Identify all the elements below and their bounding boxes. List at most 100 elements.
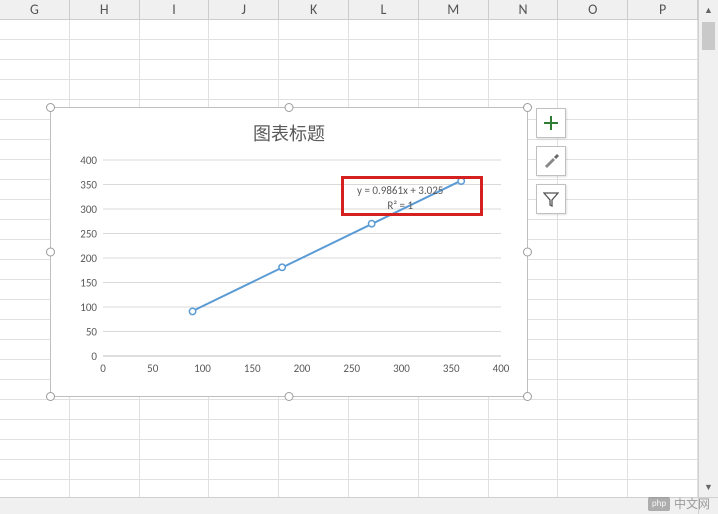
grid-cell[interactable]	[70, 40, 140, 59]
vertical-scrollbar[interactable]: ▲ ▼	[698, 0, 718, 497]
grid-cell[interactable]	[140, 440, 210, 459]
grid-cell[interactable]	[279, 80, 349, 99]
column-header[interactable]: I	[140, 0, 210, 19]
grid-cell[interactable]	[279, 60, 349, 79]
trendline-equation-label[interactable]: y = 0.9861x + 3.025 R² = 1	[349, 180, 451, 218]
grid-cell[interactable]	[419, 20, 489, 39]
grid-cell[interactable]	[419, 40, 489, 59]
grid-cell[interactable]	[0, 40, 70, 59]
grid-cell[interactable]	[70, 60, 140, 79]
grid-cell[interactable]	[558, 200, 628, 219]
grid-cell[interactable]	[419, 460, 489, 479]
grid-cell[interactable]	[349, 20, 419, 39]
grid-cell[interactable]	[628, 40, 698, 59]
grid-cell[interactable]	[0, 440, 70, 459]
grid-cell[interactable]	[628, 400, 698, 419]
chart-area[interactable]: 图表标题 05010015020025030035040005010015020…	[59, 116, 519, 388]
grid-cell[interactable]	[349, 60, 419, 79]
grid-cell[interactable]	[558, 100, 628, 119]
chart-filters-button[interactable]	[536, 184, 566, 214]
grid-cell[interactable]	[489, 40, 559, 59]
grid-cell[interactable]	[279, 460, 349, 479]
column-header[interactable]: L	[349, 0, 419, 19]
grid-cell[interactable]	[209, 60, 279, 79]
grid-cell[interactable]	[558, 160, 628, 179]
grid-cell[interactable]	[558, 380, 628, 399]
grid-cell[interactable]	[0, 420, 70, 439]
grid-cell[interactable]	[209, 420, 279, 439]
grid-cell[interactable]	[279, 40, 349, 59]
grid-cell[interactable]	[558, 320, 628, 339]
grid-cell[interactable]	[0, 60, 70, 79]
resize-handle-e[interactable]	[523, 248, 532, 257]
grid-cell[interactable]	[419, 60, 489, 79]
grid-cell[interactable]	[558, 120, 628, 139]
grid-cell[interactable]	[628, 180, 698, 199]
chart-elements-button[interactable]	[536, 108, 566, 138]
chart-title[interactable]: 图表标题	[59, 116, 519, 152]
grid-cell[interactable]	[558, 60, 628, 79]
column-header[interactable]: G	[0, 0, 70, 19]
grid-cell[interactable]	[628, 260, 698, 279]
grid-cell[interactable]	[209, 460, 279, 479]
grid-cell[interactable]	[140, 400, 210, 419]
grid-cell[interactable]	[628, 300, 698, 319]
grid-cell[interactable]	[489, 460, 559, 479]
grid-cell[interactable]	[0, 20, 70, 39]
grid-cell[interactable]	[558, 40, 628, 59]
grid-cell[interactable]	[70, 80, 140, 99]
scroll-down-button[interactable]: ▼	[699, 477, 718, 497]
grid-cell[interactable]	[628, 80, 698, 99]
grid-cell[interactable]	[558, 260, 628, 279]
grid-cell[interactable]	[209, 20, 279, 39]
grid-cell[interactable]	[558, 360, 628, 379]
grid-cell[interactable]	[0, 460, 70, 479]
scroll-thumb[interactable]	[702, 22, 715, 50]
column-header[interactable]: N	[489, 0, 559, 19]
grid-cell[interactable]	[70, 20, 140, 39]
grid-cell[interactable]	[349, 420, 419, 439]
grid-cell[interactable]	[558, 220, 628, 239]
grid-cell[interactable]	[70, 460, 140, 479]
grid-cell[interactable]	[558, 300, 628, 319]
grid-cell[interactable]	[628, 200, 698, 219]
grid-cell[interactable]	[349, 40, 419, 59]
resize-handle-nw[interactable]	[46, 103, 55, 112]
grid-cell[interactable]	[140, 80, 210, 99]
grid-cell[interactable]	[558, 20, 628, 39]
horizontal-scrollbar[interactable]	[0, 497, 698, 514]
resize-handle-n[interactable]	[285, 103, 294, 112]
column-header[interactable]: P	[628, 0, 698, 19]
grid-cell[interactable]	[558, 140, 628, 159]
grid-cell[interactable]	[558, 340, 628, 359]
chart-styles-button[interactable]	[536, 146, 566, 176]
grid-cell[interactable]	[0, 80, 70, 99]
grid-cell[interactable]	[349, 400, 419, 419]
scroll-track[interactable]	[699, 20, 718, 477]
column-header[interactable]: H	[70, 0, 140, 19]
grid-cell[interactable]	[558, 420, 628, 439]
grid-cell[interactable]	[419, 400, 489, 419]
column-header[interactable]: J	[209, 0, 279, 19]
grid-cell[interactable]	[628, 140, 698, 159]
resize-handle-ne[interactable]	[523, 103, 532, 112]
grid-cell[interactable]	[628, 60, 698, 79]
grid-cell[interactable]	[558, 440, 628, 459]
grid-cell[interactable]	[628, 120, 698, 139]
grid-cell[interactable]	[489, 20, 559, 39]
grid-cell[interactable]	[419, 420, 489, 439]
grid-cell[interactable]	[140, 20, 210, 39]
grid-cell[interactable]	[489, 440, 559, 459]
grid-cell[interactable]	[489, 400, 559, 419]
grid-cell[interactable]	[628, 340, 698, 359]
grid-cell[interactable]	[628, 20, 698, 39]
grid-cell[interactable]	[628, 460, 698, 479]
grid-cell[interactable]	[628, 220, 698, 239]
column-header[interactable]: K	[279, 0, 349, 19]
resize-handle-sw[interactable]	[46, 392, 55, 401]
column-header[interactable]: M	[419, 0, 489, 19]
grid-cell[interactable]	[209, 400, 279, 419]
grid-cell[interactable]	[419, 440, 489, 459]
chart-object[interactable]: 图表标题 05010015020025030035040005010015020…	[50, 107, 528, 397]
grid-cell[interactable]	[140, 460, 210, 479]
